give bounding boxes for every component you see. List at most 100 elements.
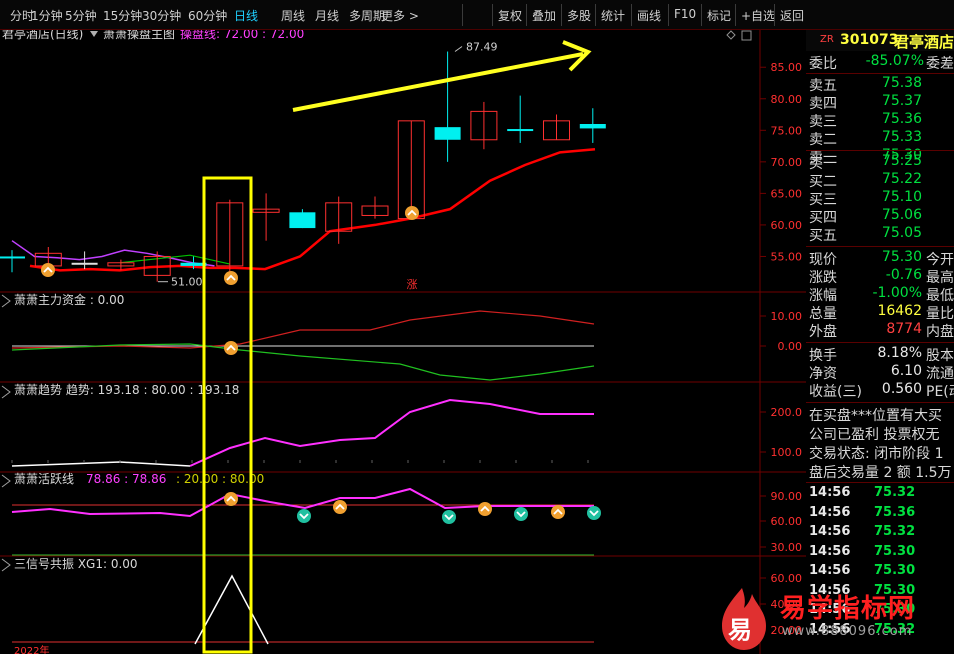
toolbar-button-5[interactable]: F10 bbox=[674, 7, 696, 21]
toolbar-button-6[interactable]: 标记 bbox=[707, 7, 731, 24]
toolbar-button-1[interactable]: 叠加 bbox=[532, 7, 556, 24]
toolbar-button-3[interactable]: 统计 bbox=[601, 7, 625, 24]
stock-code[interactable]: 301073 bbox=[840, 32, 898, 48]
sell-signal-icon bbox=[297, 509, 311, 523]
ask-row-value: 75.33 bbox=[881, 129, 922, 145]
tick-time: 14:56 bbox=[809, 485, 851, 500]
kline-chart[interactable]: 君亭酒店(日线) 萧萧操盘主图 操盘线: 72.00 : 72.00 85.00 80.… bbox=[0, 30, 806, 654]
watermark-title: 易学指标网 bbox=[780, 594, 916, 624]
divider bbox=[806, 402, 954, 403]
toolbar-button-2[interactable]: 多股 bbox=[567, 7, 591, 24]
weibi-extra: 委差 bbox=[926, 56, 954, 72]
bid-row-label: 买三 bbox=[809, 192, 837, 208]
stat-row-label: 外盘 bbox=[809, 324, 837, 340]
watermark-url: www.888096.com bbox=[782, 624, 913, 639]
tick-price: 75.36 bbox=[874, 504, 916, 520]
weibi-row: 委比 -85.07% 委差 bbox=[806, 53, 954, 72]
toolbar-button-4[interactable]: 画线 bbox=[637, 7, 661, 24]
note-text: 交易状态: 闭市阶段 1 bbox=[809, 446, 944, 462]
tick-row: 14:56 75.36 bbox=[806, 505, 954, 523]
stat-row-label: 涨跌 bbox=[809, 270, 837, 286]
toolbar-tab-9[interactable]: 多周期 bbox=[349, 7, 385, 24]
money-green-line bbox=[11, 343, 595, 381]
toolbar-tab-8[interactable]: 月线 bbox=[315, 7, 339, 24]
toolbar-divider bbox=[561, 4, 562, 26]
sell-signal-icon bbox=[442, 510, 456, 524]
toolbar-button-7[interactable]: +自选 bbox=[741, 7, 775, 24]
bid-row: 买五 75.05 bbox=[806, 225, 954, 244]
candle-body bbox=[434, 127, 461, 140]
ask-row-value: 75.36 bbox=[881, 111, 922, 127]
divider bbox=[806, 150, 954, 151]
bid-row: 买四 75.06 bbox=[806, 207, 954, 226]
toolbar-divider bbox=[668, 4, 669, 26]
stat2-row-extra: PE(动 bbox=[926, 384, 954, 400]
tick-price: 75.32 bbox=[874, 485, 916, 500]
stat-row-extra: 最低 bbox=[926, 288, 954, 304]
ask-row-label: 卖五 bbox=[809, 78, 837, 94]
panel-toggle-icon bbox=[1, 294, 11, 308]
toolbar-divider bbox=[526, 4, 527, 26]
candle-body bbox=[579, 124, 606, 129]
ask-row-label: 卖二 bbox=[809, 132, 837, 148]
toolbar-tab-7[interactable]: 周线 bbox=[281, 7, 305, 24]
stat-row: 涨跌 -0.76 最高 bbox=[806, 267, 954, 286]
year-label: 2022年 bbox=[14, 644, 49, 654]
toolbar-tab-10[interactable]: 更多 > bbox=[381, 7, 419, 24]
divider bbox=[806, 482, 954, 483]
note-line: 公司已盈利 投票权无 bbox=[806, 424, 954, 443]
buy-signal-icon bbox=[478, 502, 492, 516]
divider bbox=[806, 342, 954, 343]
ask-row: 卖五 75.38 bbox=[806, 75, 954, 94]
stat2-row-extra: 流通 bbox=[926, 366, 954, 382]
tick-price: 75.32 bbox=[874, 524, 916, 539]
bid-row: 买二 75.22 bbox=[806, 171, 954, 190]
ask-row: 卖三 75.36 bbox=[806, 111, 954, 130]
toolbar-tab-4[interactable]: 30分钟 bbox=[142, 7, 181, 24]
candle-body bbox=[71, 262, 98, 265]
weibi-value: -85.07% bbox=[865, 53, 924, 69]
panel-title: 萧萧趋势 趋势: 193.18 : 80.00 : 193.18 bbox=[14, 383, 239, 397]
active-values: 78.86 : 78.86 bbox=[86, 472, 166, 486]
stat2-row: 净资 6.10 流通 bbox=[806, 363, 954, 382]
toolbar-tab-1[interactable]: 1分钟 bbox=[31, 7, 63, 24]
bid-row-label: 买二 bbox=[809, 174, 837, 190]
panel-tick-label: 90.00 bbox=[771, 490, 803, 503]
quote-panel: ZR 301073 君亭酒店 委比 -85.07% 委差 卖五 75.38 卖四 75… bbox=[806, 30, 954, 654]
high-price-label: 87.49 bbox=[466, 41, 498, 54]
toolbar-button-0[interactable]: 复权 bbox=[498, 7, 522, 24]
weibi-label: 委比 bbox=[809, 56, 837, 72]
stat2-row: 收益(三) 0.560PE(动 bbox=[806, 381, 954, 400]
toolbar-button-8[interactable]: 返回 bbox=[780, 7, 804, 24]
panel-tick-label: 0.00 bbox=[778, 340, 803, 353]
toolbar-tab-5[interactable]: 60分钟 bbox=[188, 7, 227, 24]
panel-tick-label: 10.00 bbox=[771, 310, 803, 323]
bid-row: 买一 75.25 bbox=[806, 153, 954, 172]
price-tick-label: 80.00 bbox=[771, 93, 803, 106]
stock-name[interactable]: 君亭酒店 bbox=[894, 31, 954, 52]
panel-tick-label: 200.0 bbox=[771, 406, 803, 419]
panel-tick-label: 60.00 bbox=[771, 515, 803, 528]
price-tick-label: 70.00 bbox=[771, 156, 803, 169]
limit-up-badge: 涨 bbox=[407, 278, 418, 291]
ask-row-label: 卖四 bbox=[809, 96, 837, 112]
quote-header: ZR 301073 君亭酒店 bbox=[806, 30, 954, 51]
stat-row: 涨幅 -1.00% 最低 bbox=[806, 285, 954, 304]
period-toolbar: 分时 1分钟 5分钟 15分钟 30分钟 60分钟 日线 周线 月线 多周期 更多 > 复权 叠加 多股统… bbox=[0, 0, 954, 30]
stat-row: 现价 75.30 今开 bbox=[806, 249, 954, 268]
toolbar-divider bbox=[462, 4, 463, 26]
stat2-row-label: 换手 bbox=[809, 348, 837, 364]
low-price-label: 51.00 bbox=[171, 276, 203, 289]
stat2-row-value: 6.10 bbox=[890, 363, 922, 379]
price-tick-label: 65.00 bbox=[771, 187, 803, 200]
toolbar-tab-3[interactable]: 15分钟 bbox=[103, 7, 142, 24]
sell-signal-icon bbox=[587, 506, 601, 520]
tick-price: 75.30 bbox=[874, 563, 916, 578]
note-line: 交易状态: 闭市阶段 1 bbox=[806, 443, 954, 462]
price-tick-label: 75.00 bbox=[771, 124, 803, 137]
toolbar-tab-2[interactable]: 5分钟 bbox=[65, 7, 97, 24]
note-line: 在买盘***位置有大买 bbox=[806, 405, 954, 424]
stat2-row-label: 净资 bbox=[809, 366, 837, 382]
toolbar-tab-6[interactable]: 日线 bbox=[234, 7, 258, 24]
money-red-line bbox=[11, 310, 595, 349]
